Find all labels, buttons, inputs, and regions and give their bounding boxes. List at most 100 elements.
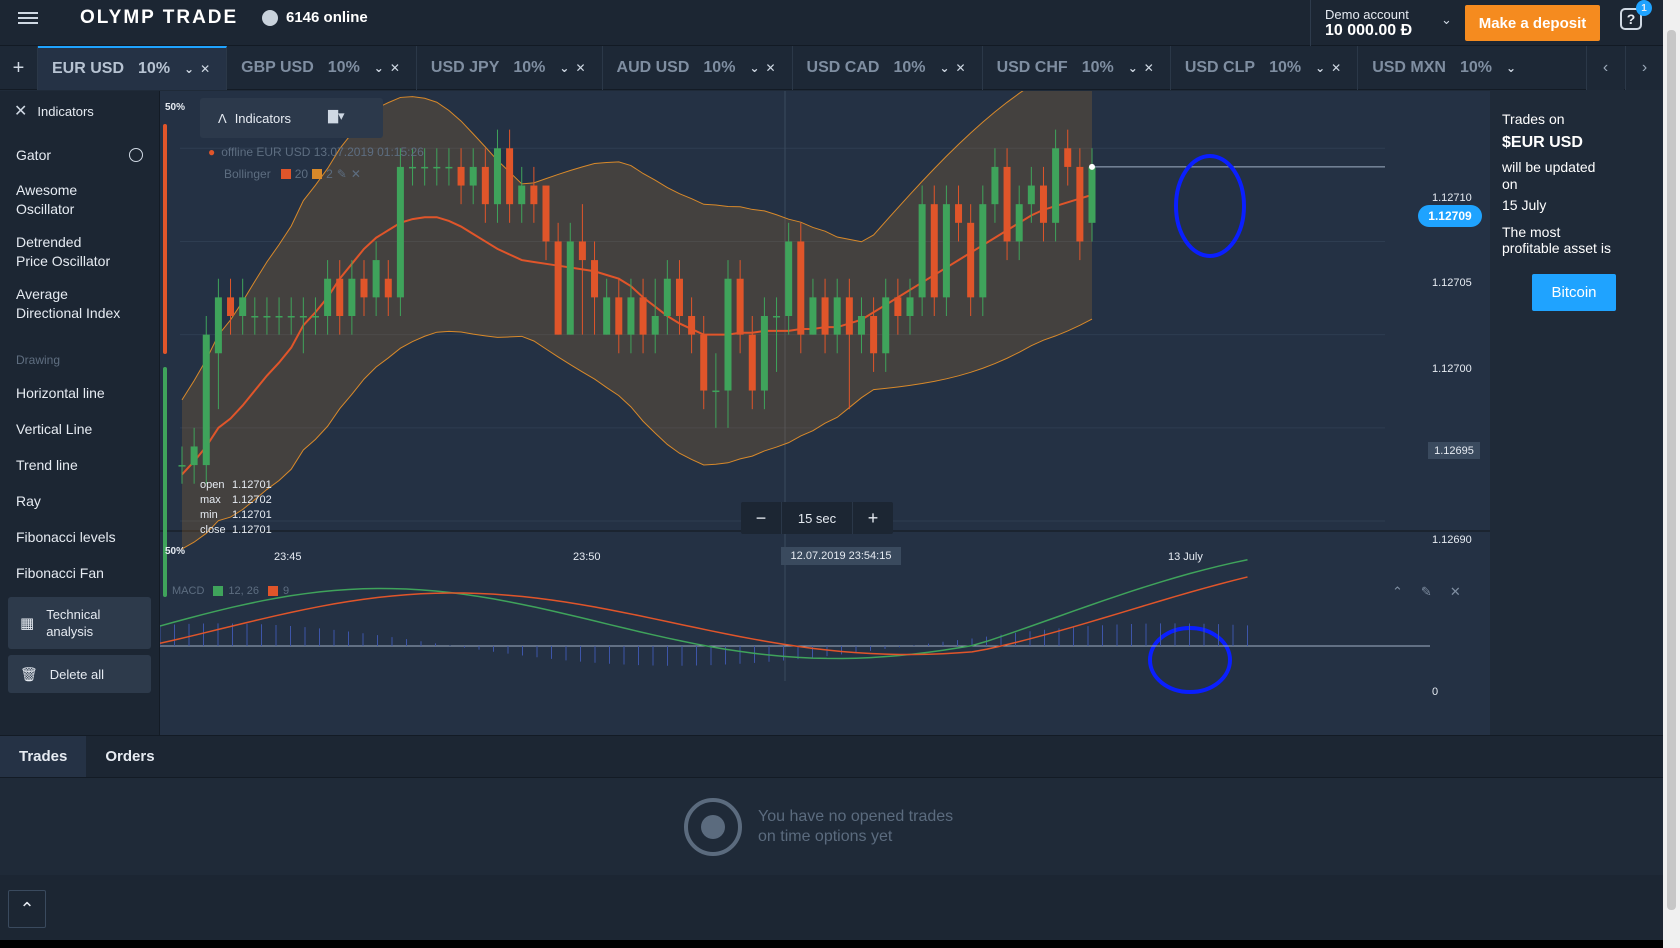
price-chart[interactable] [160,91,1490,735]
bollinger-legend: Bollinger 20 2 ✎ ✕ [224,167,361,181]
make-deposit-button[interactable]: Make a deposit [1465,5,1600,41]
indicator-gator[interactable]: Gator [0,139,159,171]
zoom-out-button[interactable]: − [741,502,781,534]
indicator-detrended-price-oscillator[interactable]: Detrended Price Oscillator [0,233,130,271]
account-selector[interactable]: Demo account 10 000.00 Đ ⌄ [1310,0,1465,46]
chart-area[interactable] [160,91,1490,735]
tab-aud-usd[interactable]: AUD USD 10% ⌄✕ [603,46,793,90]
timeframe-value[interactable]: 15 sec [781,502,853,534]
tab-percent: 10% [138,60,171,77]
candle-body [603,297,611,335]
tabs-prev-icon[interactable]: ‹ [1586,46,1624,90]
sidebar-header: ✕ Indicators [0,91,159,131]
tabs-next-icon[interactable]: › [1625,46,1663,90]
candle-body [809,297,817,335]
hamburger-menu-icon[interactable] [18,9,38,27]
window-scrollbar[interactable] [1663,0,1680,948]
tool-fibonacci-levels[interactable]: Fibonacci levels [0,519,159,555]
tab-controls-icon[interactable]: ⌄✕ [939,61,971,75]
candle-body [736,278,744,335]
tab-controls-icon[interactable]: ⌄ [1506,61,1522,75]
candle-body [894,297,902,316]
current-price-dot [1089,163,1095,170]
bollinger-period: 20 [294,167,309,181]
candle-body [372,260,380,298]
tool-trend-line[interactable]: Trend line [0,447,159,483]
price-tick: 1.12700 [1432,363,1472,375]
tab-percent: 10% [1081,59,1114,76]
add-tab-button[interactable]: + [0,46,38,90]
candle-body [748,334,756,391]
candle-body [578,241,586,261]
candle-body [178,465,186,467]
tab-controls-icon[interactable]: ⌄✕ [559,61,591,75]
indicator-average-directional-index[interactable]: Average Directional Index [0,285,150,323]
edit-icon[interactable]: ✎ [1421,584,1432,600]
current-price-label: 1.12709 [1418,205,1482,227]
tab-controls-icon[interactable]: ⌄✕ [1315,61,1347,75]
zoom-in-button[interactable]: + [853,502,893,534]
delete-all-button[interactable]: 🗑 Delete all [8,655,151,693]
candle-body [870,316,878,354]
tab-pair: USD CLP [1184,59,1256,76]
tab-usd-clp[interactable]: USD CLP 10% ⌄✕ [1171,46,1359,90]
edit-icon[interactable]: ✎ [337,167,347,181]
macd-label: MACD [172,585,205,597]
tab-usd-jpy[interactable]: USD JPY 10% ⌄✕ [417,46,603,90]
tab-gbp-usd[interactable]: GBP USD 10% ⌄✕ [227,46,417,90]
candle-body [396,166,404,298]
asset-tabs: + EUR USD 10% ⌄✕ GBP USD 10% ⌄✕ USD JPY 10% ⌄✕… [0,46,1663,90]
tab-percent: 10% [703,59,736,76]
candle-body [967,222,975,298]
tool-ray[interactable]: Ray [0,483,159,519]
trades-panel: Trades Orders You have no opened trades … [0,735,1663,875]
candle-body [991,166,999,205]
time-tick: 23:45 [274,551,302,563]
candle-body [627,297,635,335]
scrollbar-thumb[interactable] [1667,30,1676,910]
chevron-down-icon[interactable]: ⌄ [1441,12,1452,28]
candle-body [566,241,574,335]
macd-fast: 12, 26 [228,585,259,597]
close-icon[interactable]: ✕ [14,101,27,121]
tab-usd-chf[interactable]: USD CHF 10% ⌄✕ [983,46,1171,90]
tab-eur-usd[interactable]: EUR USD 10% ⌄✕ [38,46,228,90]
candle-body [773,316,781,318]
tab-usd-cad[interactable]: USD CAD 10% ⌄✕ [793,46,983,90]
chevron-up-icon[interactable]: ⌃ [8,890,46,928]
candle-body [530,185,538,205]
logo[interactable]: OLYMP TRADE [80,7,238,29]
tab-controls-icon[interactable]: ⌄✕ [749,61,781,75]
collapse-icon[interactable]: ⌃ [1392,584,1403,600]
tab-orders[interactable]: Orders [86,736,173,777]
indicators-button[interactable]: Λ Indicators [200,98,383,138]
tab-trades[interactable]: Trades [0,736,87,777]
tab-controls-icon[interactable]: ⌄✕ [374,61,406,75]
candle-body [663,278,671,316]
candle-body [433,166,441,169]
indicator-awesome-oscillator[interactable]: Awesome Oscillator [0,181,110,219]
close-icon[interactable]: ✕ [351,167,361,181]
close-icon[interactable]: ✕ [1450,584,1461,600]
tool-horizontal-line[interactable]: Horizontal line [0,375,159,411]
candle-body [1052,148,1060,223]
technical-analysis-button[interactable]: ▦ Technical analysis [8,597,151,649]
candle-body [882,297,890,354]
ohlc-readout: open 1.12701 max 1.12702 min 1.12701 close 1… [200,478,272,538]
ohlc-max: 1.12702 [232,494,272,506]
chart-type-selector[interactable]: ▇▾ [328,108,345,124]
tab-controls-icon[interactable]: ⌄✕ [1128,61,1160,75]
candle-body [857,316,865,335]
bitcoin-button[interactable]: Bitcoin [1532,274,1616,311]
analysis-icon: ▦ [20,615,35,632]
sentiment-down-bar [163,124,167,354]
down-percent: 50% [165,546,186,557]
tool-vertical-line[interactable]: Vertical Line [0,411,159,447]
tool-fibonacci-fan[interactable]: Fibonacci Fan [0,555,159,591]
tab-controls-icon[interactable]: ⌄✕ [184,62,216,76]
candle-body [1088,166,1096,223]
tab-usd-mxn[interactable]: USD MXN 10% ⌄ [1358,46,1532,90]
candle-body [360,278,368,298]
info-panel: Trades on $EUR USD will be updated on 15… [1490,91,1663,735]
ohlc-min: 1.12701 [232,509,272,521]
